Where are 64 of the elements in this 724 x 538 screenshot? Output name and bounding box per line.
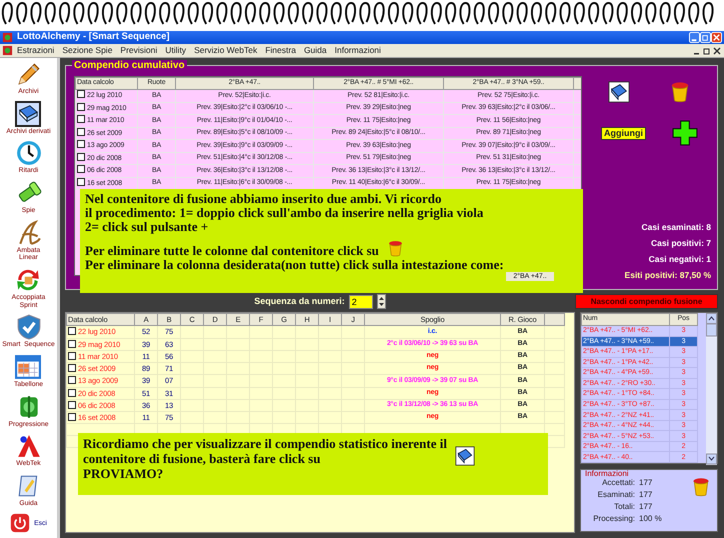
power-icon (10, 512, 30, 533)
checkbox[interactable] (68, 413, 76, 421)
menu-item[interactable]: Estrazioni (13, 44, 58, 57)
minimize-button[interactable] (689, 32, 700, 43)
info-value: 177 (639, 501, 652, 513)
stat-text: Casi esaminati: 8 (640, 221, 711, 234)
checkbox[interactable] (77, 115, 85, 123)
checkbox[interactable] (68, 327, 76, 336)
info-value: 177 (639, 477, 652, 489)
stat-text: Casi positivi: 7 (650, 237, 711, 250)
menu-item[interactable]: Informazioni (330, 44, 385, 57)
menu-item[interactable]: Utility (161, 44, 190, 57)
menu-item[interactable]: Servizio WebTek (190, 44, 262, 57)
checkbox[interactable] (68, 388, 76, 396)
clock-icon (16, 140, 42, 166)
book-icon (15, 100, 42, 127)
bucket-icon[interactable] (691, 476, 711, 498)
checkbox[interactable] (68, 376, 76, 384)
stat-text: Esiti positivi: 87,50 % (624, 269, 711, 282)
info-label: Processing: (592, 513, 635, 525)
hide-button[interactable]: Nascondi compendio fusione (575, 294, 718, 309)
app-icon (2, 32, 13, 43)
pencil-icon (16, 61, 42, 87)
info-value: 177 (639, 489, 652, 501)
spin-button[interactable] (376, 294, 386, 309)
menu-item[interactable]: Previsioni (116, 44, 162, 57)
scrollbar[interactable] (706, 313, 717, 465)
window-title: LottoAlchemy - [Smart Sequence] (17, 30, 170, 44)
field-label: Sequenza da numeri: (254, 294, 345, 308)
checkbox[interactable] (77, 90, 85, 98)
plus-icon[interactable] (672, 120, 698, 146)
restore-button[interactable] (702, 46, 712, 56)
book-icon[interactable] (608, 81, 630, 103)
panel-title: Compendio cumulativo (72, 60, 187, 71)
note-text: PROVIAMO? (83, 466, 164, 481)
info-label: Accettati: (601, 477, 635, 489)
close-button[interactable] (712, 46, 722, 56)
info-label: Esaminati: (596, 489, 635, 501)
shield-icon (16, 314, 42, 340)
note-text: Ricordiamo che per visualizzare il compendio statistico inerente il contenitore di fusione, basterà fare click su (83, 436, 447, 466)
checkbox[interactable] (68, 340, 76, 348)
note-text: Per eliminare la colonna desiderata(non tutte) click sulla intestazione come: (85, 258, 505, 272)
book-icon (454, 446, 475, 466)
menu-item[interactable]: Guida (300, 44, 331, 57)
panel-title: Informazioni (585, 469, 629, 478)
app-icon (2, 45, 13, 56)
checkbox[interactable] (77, 140, 85, 148)
checkbox[interactable] (68, 400, 76, 409)
info-value: 100 % (639, 513, 662, 525)
triangle-icon (16, 433, 42, 460)
number-field[interactable]: 2 (348, 294, 373, 308)
checkbox[interactable] (77, 165, 85, 173)
note-text: Nel contenitore di fusione abbiamo inserito due ambi. Vi ricordo il procedimento: 1= doppio click sull'ambo da inserire nella griglia viola 2= click sul pulsante + (85, 192, 484, 234)
menu-item[interactable]: Sezione Spie (58, 44, 116, 57)
calendar-icon (15, 354, 42, 380)
restore-button[interactable] (700, 32, 711, 43)
stat-text: Casi negativi: 1 (648, 253, 711, 266)
bucket-icon (386, 239, 404, 258)
checkbox[interactable] (68, 352, 76, 360)
checkbox[interactable] (68, 364, 76, 372)
menu-item[interactable]: Finestra (261, 44, 300, 57)
add-label: Aggiungi (601, 126, 646, 140)
note-text: Per eliminare tutte le colonne dal contenitore click su (85, 244, 379, 258)
info-label: Totali: (613, 501, 635, 513)
